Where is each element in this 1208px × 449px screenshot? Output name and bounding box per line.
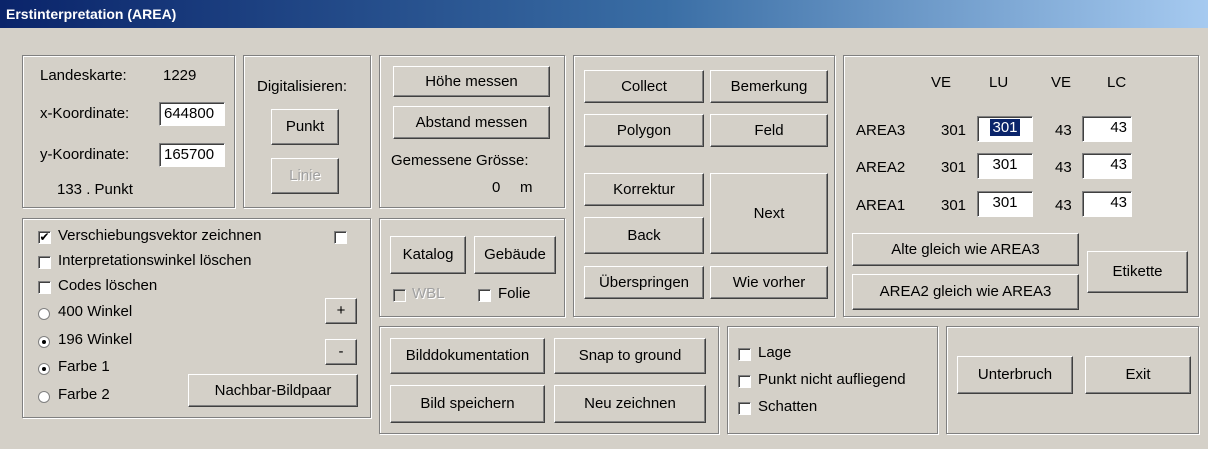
- catalog-group: Katalog Gebäude WBL Folie: [379, 218, 565, 317]
- bild-speichern-button[interactable]: Bild speichern: [390, 385, 545, 423]
- punkt-nicht-aufliegend-checkbox[interactable]: [738, 375, 751, 388]
- bilddokumentation-button[interactable]: Bilddokumentation: [390, 338, 545, 374]
- collect-button[interactable]: Collect: [584, 70, 704, 103]
- coordinates-group: Landeskarte: 1229 x-Koordinate: 644800 y…: [22, 55, 235, 208]
- punkt-button[interactable]: Punkt: [271, 109, 339, 145]
- winkel400-label: 400 Winkel: [58, 303, 133, 320]
- plus-button[interactable]: +: [325, 298, 357, 324]
- farbe1-label: Farbe 1: [58, 358, 110, 375]
- farbe2-radio[interactable]: [38, 391, 50, 403]
- area3-lu-value: 301: [990, 119, 1020, 136]
- area3-lu-input[interactable]: 301: [977, 116, 1033, 142]
- landeskarte-label: Landeskarte:: [40, 67, 127, 84]
- documentation-group: Bilddokumentation Snap to ground Bild sp…: [379, 326, 719, 434]
- winkel196-radio[interactable]: [38, 336, 50, 348]
- punkt-count: 133 . Punkt: [57, 181, 133, 198]
- codes-label: Codes löschen: [58, 277, 158, 294]
- etikette-button[interactable]: Etikette: [1087, 251, 1188, 293]
- folie-checkbox[interactable]: [478, 289, 491, 302]
- katalog-button[interactable]: Katalog: [390, 236, 466, 274]
- snap-to-ground-button[interactable]: Snap to ground: [554, 338, 706, 374]
- x-coordinate-input[interactable]: 644800: [159, 102, 225, 126]
- area2-lc-input[interactable]: 43: [1082, 153, 1132, 179]
- wbl-label: WBL: [412, 285, 445, 302]
- title-bar: Erstinterpretation (AREA): [0, 0, 1208, 28]
- area1-lu-input[interactable]: 301: [977, 191, 1033, 217]
- minus-button[interactable]: -: [325, 339, 357, 365]
- area3-ve1: 301: [941, 122, 967, 139]
- interpretationswinkel-label: Interpretationswinkel löschen: [58, 252, 252, 269]
- feld-button[interactable]: Feld: [710, 114, 828, 147]
- verschiebung-checkbox[interactable]: ✔: [38, 231, 51, 244]
- area2-ve2: 43: [1055, 159, 1072, 176]
- landeskarte-value: 1229: [163, 67, 197, 84]
- area2-gleich-button[interactable]: AREA2 gleich wie AREA3: [852, 274, 1079, 310]
- x-coordinate-label: x-Koordinate:: [40, 105, 130, 122]
- winkel196-label: 196 Winkel: [58, 331, 133, 348]
- lage-checkbox[interactable]: [738, 348, 751, 361]
- farbe2-label: Farbe 2: [58, 386, 110, 403]
- measured-unit: m: [520, 179, 533, 196]
- ueberspringen-button[interactable]: Überspringen: [584, 266, 704, 299]
- punkt-nicht-aufliegend-label: Punkt nicht aufliegend: [758, 371, 906, 388]
- area3-lc-input[interactable]: 43: [1082, 116, 1132, 142]
- nachbar-bildpaar-button[interactable]: Nachbar-Bildpaar: [188, 374, 358, 407]
- header-lc: LC: [1107, 74, 1127, 91]
- area1-label: AREA1: [856, 197, 906, 214]
- digitize-title: Digitalisieren:: [257, 78, 348, 95]
- hoehe-messen-button[interactable]: Höhe messen: [393, 66, 550, 97]
- area3-ve2: 43: [1055, 122, 1072, 139]
- y-coordinate-input[interactable]: 165700: [159, 143, 225, 167]
- lage-label: Lage: [758, 344, 792, 361]
- polygon-button[interactable]: Polygon: [584, 114, 704, 147]
- gebaeude-button[interactable]: Gebäude: [474, 236, 556, 274]
- actions-group: Collect Bemerkung Polygon Feld Korrektur…: [573, 55, 835, 317]
- unterbruch-button[interactable]: Unterbruch: [957, 356, 1073, 394]
- flags-group: Lage Punkt nicht aufliegend Schatten: [727, 326, 938, 434]
- header-lu: LU: [989, 74, 1009, 91]
- area1-lc-input[interactable]: 43: [1082, 191, 1132, 217]
- verschiebung-label: Verschiebungsvektor zeichnen: [58, 227, 262, 244]
- next-button[interactable]: Next: [710, 173, 828, 254]
- exit-group: Unterbruch Exit: [946, 326, 1199, 434]
- linie-button[interactable]: Linie: [271, 158, 339, 194]
- neu-zeichnen-button[interactable]: Neu zeichnen: [554, 385, 706, 423]
- window-title: Erstinterpretation (AREA): [6, 6, 177, 22]
- abstand-messen-button[interactable]: Abstand messen: [393, 106, 550, 139]
- area-group: VE LU VE LC AREA3 301 301 43 43 AREA2 30…: [843, 55, 1199, 317]
- area1-ve2: 43: [1055, 197, 1072, 214]
- exit-button[interactable]: Exit: [1085, 356, 1191, 394]
- wbl-checkbox[interactable]: [393, 289, 406, 302]
- measured-value: 0: [492, 179, 501, 196]
- gemessene-label: Gemessene Grösse:: [391, 152, 529, 169]
- y-coordinate-label: y-Koordinate:: [40, 146, 130, 163]
- area2-lu-input[interactable]: 301: [977, 153, 1033, 179]
- interpretationswinkel-checkbox[interactable]: [38, 256, 51, 269]
- main-window: Landeskarte: 1229 x-Koordinate: 644800 y…: [0, 28, 1208, 449]
- bemerkung-button[interactable]: Bemerkung: [710, 70, 828, 103]
- codes-checkbox[interactable]: [38, 281, 51, 294]
- korrektur-button[interactable]: Korrektur: [584, 173, 704, 206]
- digitize-group: Digitalisieren: Punkt Linie: [243, 55, 371, 208]
- winkel400-radio[interactable]: [38, 308, 50, 320]
- folie-label: Folie: [498, 285, 531, 302]
- schatten-label: Schatten: [758, 398, 818, 415]
- area1-ve1: 301: [941, 197, 967, 214]
- area3-label: AREA3: [856, 122, 906, 139]
- measure-group: Höhe messen Abstand messen Gemessene Grö…: [379, 55, 565, 208]
- farbe1-radio[interactable]: [38, 363, 50, 375]
- extra-checkbox[interactable]: [334, 231, 347, 244]
- back-button[interactable]: Back: [584, 217, 704, 254]
- area2-ve1: 301: [941, 159, 967, 176]
- alte-gleich-button[interactable]: Alte gleich wie AREA3: [852, 233, 1079, 266]
- wie-vorher-button[interactable]: Wie vorher: [710, 266, 828, 299]
- options-group: ✔ Verschiebungsvektor zeichnen Interpret…: [22, 218, 371, 418]
- header-ve2: VE: [1051, 74, 1072, 91]
- area2-label: AREA2: [856, 159, 906, 176]
- schatten-checkbox[interactable]: [738, 402, 751, 415]
- header-ve1: VE: [931, 74, 952, 91]
